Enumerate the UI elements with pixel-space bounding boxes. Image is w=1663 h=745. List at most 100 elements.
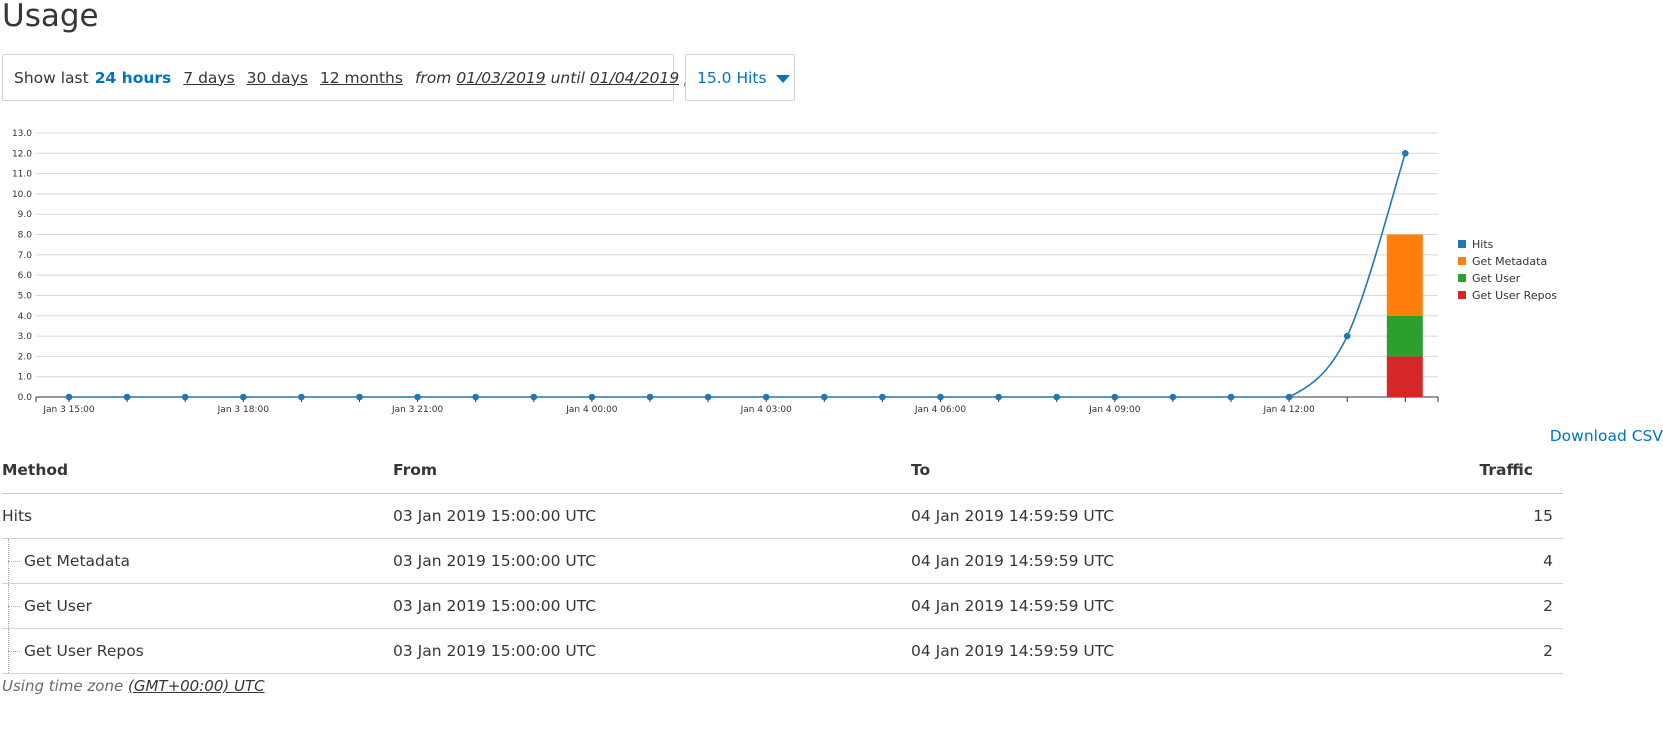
data-point [995,393,1002,401]
method-cell: Get User [2,583,393,629]
from-cell: 03 Jan 2019 15:00:00 UTC [393,538,911,584]
legend-swatch [1458,291,1466,299]
data-point [240,393,247,401]
y-tick-label: 1.0 [18,373,33,383]
table-row: Hits 03 Jan 2019 15:00:00 UTC 04 Jan 201… [2,493,1563,539]
metric-dropdown-value: 15.0 Hits [697,68,767,87]
method-cell: Hits [2,493,393,539]
download-csv-link[interactable]: Download CSV [1550,427,1663,445]
data-point [298,393,305,401]
timezone-note: Using time zone (GMT+00:00) UTC [2,677,265,695]
data-point [1402,150,1409,157]
x-tick-label: Jan 4 09:00 [1088,405,1141,415]
column-header-method: Method [2,448,393,494]
bar-segment [1386,315,1423,357]
page-title: Usage [2,0,99,34]
from-cell: 03 Jan 2019 15:00:00 UTC [393,583,911,629]
data-point [181,393,189,401]
traffic-cell: 2 [1426,628,1563,674]
y-tick-label: 5.0 [18,291,33,301]
table-row: Get User 03 Jan 2019 15:00:00 UTC 04 Jan… [2,583,1563,629]
x-tick-label: Jan 4 00:00 [565,405,618,415]
data-point [937,393,944,401]
method-cell: Get User Repos [2,628,393,674]
y-tick-label: 2.0 [18,352,33,362]
x-tick-label: Jan 4 12:00 [1262,405,1315,415]
data-point [1111,393,1119,401]
data-point [879,393,886,401]
x-tick-label: Jan 3 15:00 [42,405,95,415]
to-cell: 04 Jan 2019 14:59:59 UTC [911,583,1426,629]
x-tick-label: Jan 3 18:00 [217,405,270,415]
data-point [762,393,770,401]
to-cell: 04 Jan 2019 14:59:59 UTC [911,493,1426,539]
x-tick-label: Jan 3 21:00 [391,405,444,415]
legend-label: Get User [1472,272,1521,285]
x-tick-label: Jan 4 06:00 [914,405,967,415]
column-header-from: From [393,448,911,494]
data-point [1227,393,1235,401]
period-option-7-days[interactable]: 7 days [183,69,234,87]
legend-label: Get Metadata [1472,255,1547,268]
y-tick-label: 13.0 [12,129,32,139]
period-option-30-days[interactable]: 30 days [247,69,308,87]
period-option-12-months[interactable]: 12 months [320,69,403,87]
data-point [65,393,73,401]
legend-swatch [1458,257,1466,265]
x-tick-label: Jan 4 03:00 [740,405,793,415]
to-cell: 04 Jan 2019 14:59:59 UTC [911,628,1426,674]
table-row: Get User Repos 03 Jan 2019 15:00:00 UTC … [2,628,1563,674]
legend-swatch [1458,240,1466,248]
from-cell: 03 Jan 2019 15:00:00 UTC [393,493,911,539]
data-point [821,393,828,401]
table-row: Get Metadata 03 Jan 2019 15:00:00 UTC 04… [2,538,1563,584]
to-cell: 04 Jan 2019 14:59:59 UTC [911,538,1426,584]
y-tick-label: 6.0 [18,271,33,281]
usage-table: Method From To Traffic Hits 03 Jan 2019 … [2,448,1563,674]
data-point [704,393,712,401]
traffic-cell: 4 [1426,538,1563,584]
traffic-cell: 15 [1426,493,1563,539]
until-word: until [550,68,585,87]
legend-label: Get User Repos [1472,289,1557,302]
method-cell: Get Metadata [2,538,393,584]
from-word: from [414,68,452,87]
y-tick-label: 7.0 [18,251,33,261]
data-point [530,393,538,401]
data-point [472,393,480,401]
timezone-link[interactable]: (GMT+00:00) UTC [128,677,265,695]
y-tick-label: 8.0 [18,231,33,241]
until-date-link[interactable]: 01/04/2019 [590,69,679,87]
y-tick-label: 11.0 [12,170,32,180]
bar-segment [1386,234,1423,316]
period-option-24-hours[interactable]: 24 hours [95,69,172,87]
caret-down-icon [775,74,790,83]
traffic-cell: 2 [1426,583,1563,629]
column-header-traffic: Traffic [1426,448,1563,494]
data-point [414,393,421,401]
y-tick-label: 4.0 [18,312,33,322]
y-tick-label: 3.0 [18,332,33,342]
data-point [1343,332,1351,340]
y-tick-label: 0.0 [18,393,33,403]
y-tick-label: 12.0 [12,149,32,159]
data-point [588,393,596,401]
data-point [1169,393,1177,401]
y-tick-label: 10.0 [12,190,32,200]
timezone-prefix: Using time zone [2,677,124,695]
usage-chart: 0.0 1.0 2.0 3.0 4.0 5.0 6.0 7.0 8.0 9.0 10.0 11.0 12… [12,129,1557,415]
table-header-row: Method From To Traffic [2,448,1563,494]
legend-swatch [1458,274,1466,282]
data-point [646,393,654,401]
show-last-label: Show last [14,68,89,87]
y-tick-label: 9.0 [18,210,33,220]
metric-dropdown[interactable]: 15.0 Hits [685,54,795,101]
data-point [356,393,363,401]
data-point [1053,393,1060,401]
from-cell: 03 Jan 2019 15:00:00 UTC [393,628,911,674]
legend-label: Hits [1472,238,1494,251]
column-header-to: To [911,448,1426,494]
data-point [123,393,131,401]
data-point [1285,393,1293,401]
from-date-link[interactable]: 01/03/2019 [456,69,545,87]
